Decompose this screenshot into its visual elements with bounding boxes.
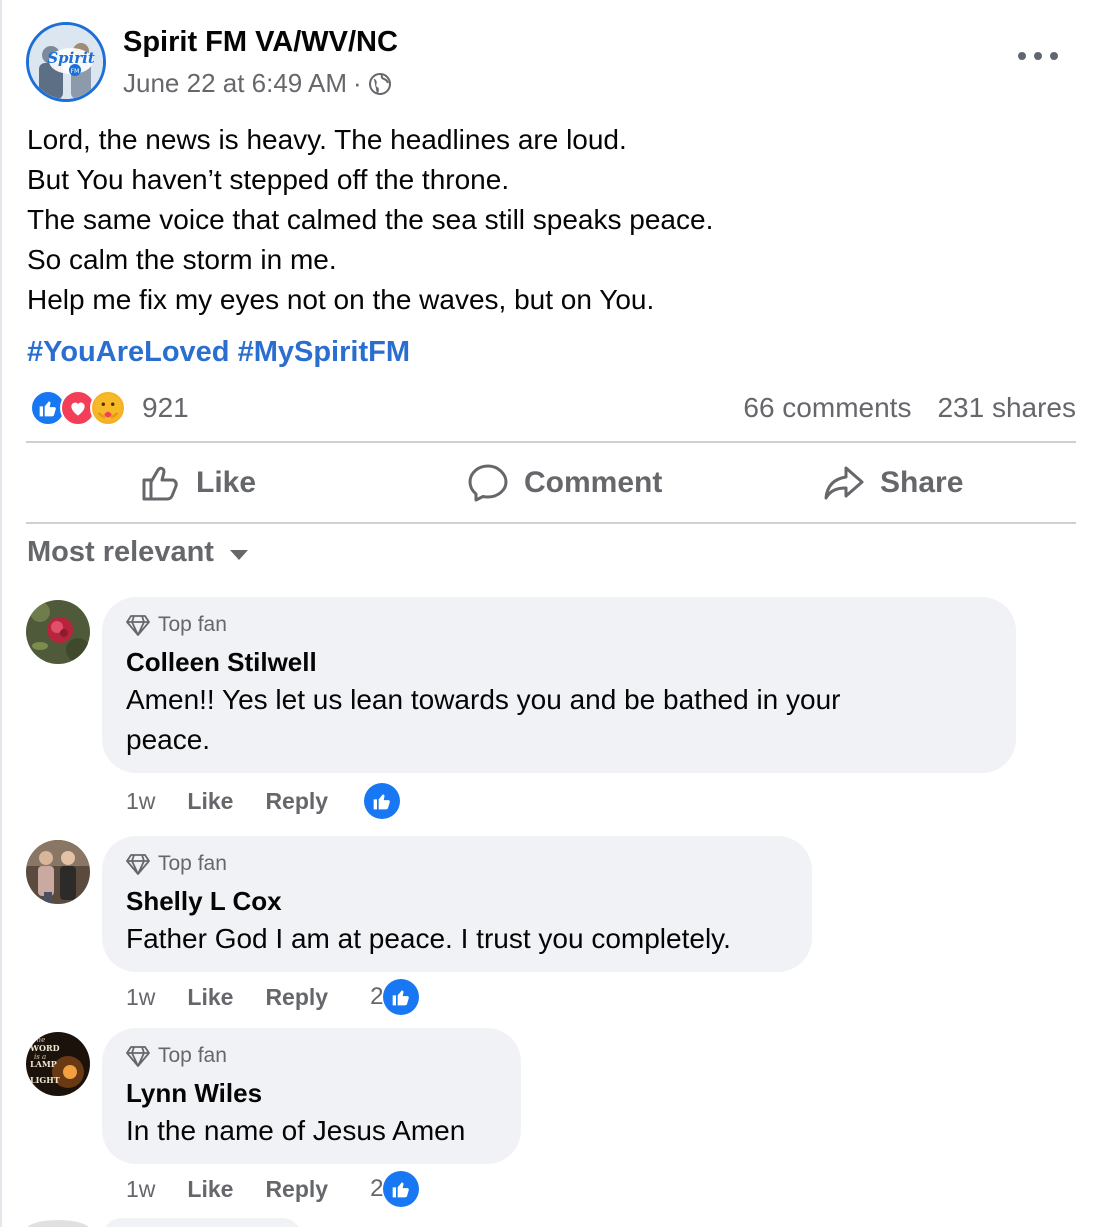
reaction-icons <box>30 390 126 426</box>
avatar-logo-sub: FM <box>71 68 80 75</box>
comment-sort-dropdown[interactable]: Most relevant <box>27 536 248 569</box>
sort-label: Most relevant <box>27 536 214 568</box>
comment-reply-button[interactable]: Reply <box>265 788 328 815</box>
comment-author[interactable]: Lynn Wiles <box>126 1078 497 1109</box>
post-line: The same voice that calmed the sea still… <box>27 204 714 235</box>
avatar-text: LIGHT <box>30 1075 60 1085</box>
comment-likes[interactable]: 2 <box>370 979 420 1015</box>
page-name[interactable]: Spirit FM VA/WV/NC <box>123 26 398 59</box>
post-line: But You haven’t stepped off the throne. <box>27 164 510 195</box>
top-fan-badge: Top fan <box>126 850 788 878</box>
avatar-logo-text: Spirit <box>47 49 95 67</box>
commenter-avatar[interactable]: The WORD is a LAMP LIGHT <box>26 1032 90 1096</box>
avatar-text: LAMP <box>30 1059 57 1069</box>
comment-bubble: Top fan Lynn Wiles In the name of Jesus … <box>102 1028 521 1164</box>
comment-text-line: peace. <box>126 724 211 755</box>
comment-time[interactable]: 1w <box>126 788 155 815</box>
thumbs-up-icon <box>142 466 178 501</box>
comment-text-line: Father God I am at peace. I trust you co… <box>126 923 731 954</box>
comment-reply-button[interactable]: Reply <box>265 1176 328 1203</box>
comment-like-count: 2 <box>370 1175 384 1202</box>
comment-like-count: 2 <box>370 983 384 1010</box>
hashtag-link[interactable]: #YouAreLoved <box>27 336 230 368</box>
globe-icon <box>368 72 392 96</box>
commenter-avatar[interactable] <box>26 1220 90 1227</box>
comment-text: In the name of Jesus Amen <box>126 1111 497 1151</box>
post-timestamp[interactable]: June 22 at 6:49 AM <box>123 68 347 99</box>
comments-count[interactable]: 66 comments <box>743 392 911 424</box>
comment-time[interactable]: 1w <box>126 1176 155 1203</box>
badge-label: Top fan <box>158 852 227 875</box>
comment-like-button[interactable]: Like <box>187 984 233 1011</box>
badge-label: Top fan <box>158 1044 227 1067</box>
comment-bubble <box>102 1218 302 1227</box>
comment-actions: 1w Like Reply 2 <box>126 1169 420 1209</box>
post-header: Spirit FM Spirit FM VA/WV/NC June 22 at … <box>26 22 1076 104</box>
comment-author[interactable]: Shelly L Cox <box>126 886 788 917</box>
comment-button[interactable]: Comment <box>392 443 720 523</box>
top-fan-badge: Top fan <box>126 611 992 639</box>
share-button[interactable]: Share <box>720 443 1076 523</box>
comment-actions: 1w Like Reply 2 <box>126 977 420 1017</box>
like-reaction-icon <box>364 783 401 819</box>
post-line: Help me fix my eyes not on the waves, bu… <box>27 284 655 315</box>
share-label: Share <box>880 466 964 499</box>
comment-reply-button[interactable]: Reply <box>265 984 328 1011</box>
commenter-avatar[interactable] <box>26 840 90 904</box>
comment-text-line: In the name of Jesus Amen <box>126 1115 466 1146</box>
share-arrow-icon <box>824 466 864 500</box>
reactions-summary[interactable]: 921 <box>30 388 189 428</box>
diamond-icon <box>126 1046 150 1067</box>
action-bar: Like Comment Share <box>26 443 1076 523</box>
comment-label: Comment <box>524 466 663 499</box>
hashtag-link[interactable]: #MySpiritFM <box>238 336 410 368</box>
comment-actions: 1w Like Reply <box>126 781 401 821</box>
like-reaction-icon <box>383 1171 420 1207</box>
divider <box>26 522 1076 524</box>
left-border <box>0 0 2 1227</box>
care-reaction-icon <box>90 390 126 426</box>
like-button[interactable]: Like <box>26 443 392 523</box>
meta-separator: · <box>353 68 362 98</box>
comment-like-button[interactable]: Like <box>187 788 233 815</box>
badge-label: Top fan <box>158 613 227 636</box>
like-reaction-icon <box>383 979 420 1015</box>
commenter-avatar[interactable] <box>26 600 90 664</box>
comment-text-line: Amen!! Yes let us lean towards you and b… <box>126 684 841 715</box>
comment-text: Father God I am at peace. I trust you co… <box>126 919 788 959</box>
like-label: Like <box>196 466 257 499</box>
comment-like-button[interactable]: Like <box>187 1176 233 1203</box>
comment-author[interactable]: Colleen Stilwell <box>126 647 992 678</box>
post-stats: 66 comments 231 shares <box>743 388 1076 428</box>
post-meta: June 22 at 6:49 AM · <box>123 68 392 99</box>
top-fan-badge: Top fan <box>126 1042 497 1070</box>
comment-bubble: Top fan Colleen Stilwell Amen!! Yes let … <box>102 597 1016 773</box>
reaction-count: 921 <box>142 392 189 423</box>
post-line: So calm the storm in me. <box>27 244 337 275</box>
post-body: Lord, the news is heavy. The headlines a… <box>27 120 713 320</box>
speech-bubble-icon <box>468 464 508 502</box>
diamond-icon <box>126 615 150 636</box>
avatar-text: WORD <box>29 1043 60 1053</box>
diamond-icon <box>126 854 150 875</box>
more-options-icon[interactable] <box>1018 44 1058 68</box>
shares-count[interactable]: 231 shares <box>937 392 1076 424</box>
comment-text: Amen!! Yes let us lean towards you and b… <box>126 680 992 760</box>
hashtags: #YouAreLoved #MySpiritFM <box>27 336 410 369</box>
comment-likes[interactable]: 2 <box>370 1171 420 1207</box>
comment-bubble: Top fan Shelly L Cox Father God I am at … <box>102 836 812 972</box>
page-avatar[interactable]: Spirit FM <box>26 22 106 102</box>
comment-time[interactable]: 1w <box>126 984 155 1011</box>
caret-down-icon <box>229 549 248 560</box>
comment-likes[interactable] <box>364 783 401 819</box>
post-line: Lord, the news is heavy. The headlines a… <box>27 124 627 155</box>
